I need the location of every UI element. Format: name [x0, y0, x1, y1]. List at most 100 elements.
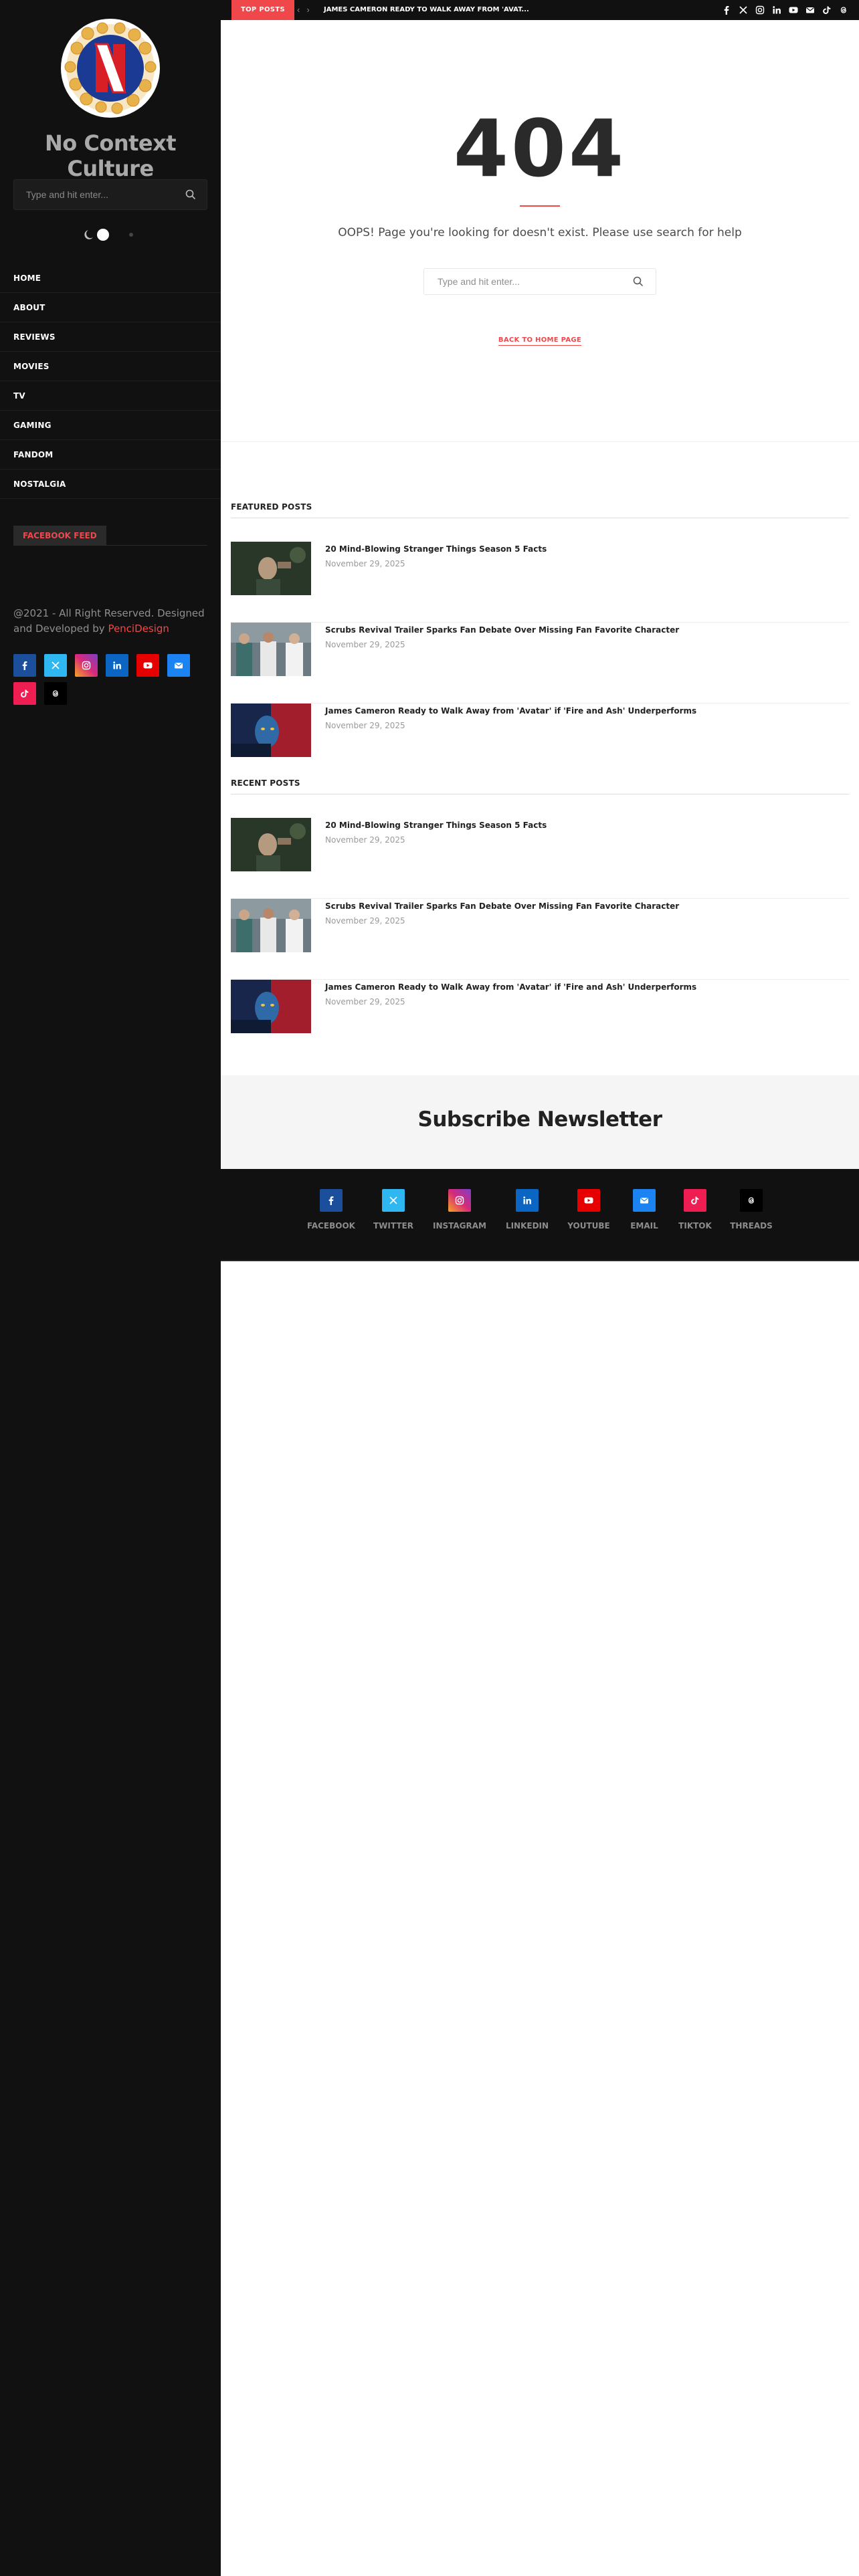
instagram-icon — [455, 1196, 464, 1205]
sun-icon — [129, 233, 133, 237]
post-thumbnail[interactable] — [231, 818, 311, 871]
facebook-icon[interactable] — [722, 5, 731, 15]
footer-tiktok-link[interactable]: TIKTOK — [665, 1189, 725, 1230]
site-logo[interactable] — [61, 19, 160, 118]
post-thumbnail[interactable] — [231, 542, 311, 595]
footer-twitter-link[interactable]: TWITTER — [363, 1189, 423, 1230]
post-date: November 29, 2025 — [325, 997, 405, 1006]
menu-item-fandom[interactable]: FANDOM — [0, 440, 221, 469]
threads-icon[interactable] — [839, 5, 848, 15]
tiktok-icon[interactable] — [822, 5, 832, 15]
post-title[interactable]: James Cameron Ready to Walk Away from 'A… — [325, 706, 696, 716]
error-divider — [520, 205, 560, 207]
x-twitter-icon[interactable] — [739, 5, 748, 15]
sidebar-youtube-link[interactable] — [136, 654, 159, 677]
youtube-icon — [143, 662, 153, 669]
site-title[interactable]: No Context Culture — [0, 130, 221, 181]
menu-item-nostalgia[interactable]: NOSTALGIA — [0, 469, 221, 499]
newsletter-section: Subscribe Newsletter — [221, 1075, 859, 1169]
footer-social-label: TIKTOK — [678, 1221, 712, 1230]
post-thumbnail[interactable] — [231, 899, 311, 952]
sidebar-threads-link[interactable] — [44, 682, 67, 705]
post-title[interactable]: Scrubs Revival Trailer Sparks Fan Debate… — [325, 901, 679, 911]
featured-post-1[interactable]: 20 Mind-Blowing Stranger Things Season 5… — [231, 542, 849, 623]
footer-social-label: TWITTER — [373, 1221, 413, 1230]
back-to-home-link[interactable]: BACK TO HOME PAGE — [498, 336, 582, 346]
sidebar-search-input[interactable] — [14, 180, 181, 209]
search-icon[interactable] — [185, 189, 196, 200]
footer-facebook-link[interactable]: FACEBOOK — [301, 1189, 361, 1230]
footer-threads-link[interactable]: THREADS — [721, 1189, 781, 1230]
main-search-input[interactable] — [424, 269, 625, 294]
post-title[interactable]: 20 Mind-Blowing Stranger Things Season 5… — [325, 821, 547, 830]
sidebar-facebook-link[interactable] — [13, 654, 36, 677]
error-message: OOPS! Page you're looking for doesn't ex… — [338, 226, 742, 239]
dark-mode-toggle[interactable] — [83, 226, 138, 243]
main-search — [423, 268, 656, 295]
menu-item-about[interactable]: ABOUT — [0, 293, 221, 322]
top-bar: TOP POSTS ‹ › JAMES CAMERON READY TO WALK… — [221, 0, 859, 20]
post-date: November 29, 2025 — [325, 835, 405, 845]
recent-posts-title: RECENT POSTS — [231, 778, 849, 794]
linkedin-icon[interactable] — [772, 5, 781, 15]
facebook-icon — [22, 661, 27, 670]
ticker-headline-link[interactable]: JAMES CAMERON READY TO WALK AWAY FROM 'A… — [324, 0, 529, 20]
facebook-feed-widget: FACEBOOK FEED — [13, 526, 207, 546]
tiktok-icon — [21, 689, 29, 697]
recent-post-2[interactable]: Scrubs Revival Trailer Sparks Fan Debate… — [231, 899, 849, 980]
sidebar: No Context Culture HOME ABOUT REVIEWS MO… — [0, 0, 221, 2576]
post-title[interactable]: James Cameron Ready to Walk Away from 'A… — [325, 982, 696, 992]
top-posts-label: TOP POSTS — [231, 0, 294, 20]
menu-item-tv[interactable]: TV — [0, 381, 221, 411]
email-icon[interactable] — [805, 5, 815, 15]
post-title[interactable]: 20 Mind-Blowing Stranger Things Season 5… — [325, 544, 547, 554]
featured-posts-title: FEATURED POSTS — [231, 502, 849, 518]
sidebar-tiktok-link[interactable] — [13, 682, 36, 705]
footer-social-label: FACEBOOK — [307, 1221, 355, 1230]
linkedin-icon — [523, 1196, 531, 1204]
post-date: November 29, 2025 — [325, 559, 405, 568]
search-icon[interactable] — [633, 276, 644, 287]
sidebar-email-link[interactable] — [167, 654, 190, 677]
ticker-prev-icon[interactable]: ‹ — [297, 5, 300, 15]
footer-youtube-link[interactable]: YOUTUBE — [559, 1189, 619, 1230]
linkedin-icon — [113, 661, 121, 669]
ticker-next-icon[interactable]: › — [306, 5, 309, 15]
post-thumbnail[interactable] — [231, 980, 311, 1033]
sidebar-twitter-link[interactable] — [44, 654, 67, 677]
menu-item-home[interactable]: HOME — [0, 263, 221, 293]
menu-item-movies[interactable]: MOVIES — [0, 352, 221, 381]
featured-post-3[interactable]: James Cameron Ready to Walk Away from 'A… — [231, 704, 849, 784]
logo-emblem — [64, 22, 157, 114]
email-icon — [175, 663, 183, 669]
post-date: November 29, 2025 — [325, 721, 405, 730]
recent-post-3[interactable]: James Cameron Ready to Walk Away from 'A… — [231, 980, 849, 1061]
error-code: 404 — [453, 102, 627, 195]
footer-linkedin-link[interactable]: LINKEDIN — [497, 1189, 557, 1230]
menu-item-reviews[interactable]: REVIEWS — [0, 322, 221, 352]
copyright-brand-link[interactable]: PenciDesign — [108, 623, 169, 635]
x-twitter-icon — [389, 1196, 397, 1204]
copyright-text: @2021 - All Right Reserved. Designed and… — [13, 606, 207, 637]
recent-post-1[interactable]: 20 Mind-Blowing Stranger Things Season 5… — [231, 818, 849, 899]
post-title[interactable]: Scrubs Revival Trailer Sparks Fan Debate… — [325, 625, 679, 635]
footer-social-bar: FACEBOOK TWITTER INSTAGRAM LINKEDIN YOUT… — [221, 1169, 859, 1261]
sidebar-search — [13, 179, 207, 210]
youtube-icon[interactable] — [789, 5, 798, 15]
sidebar-instagram-link[interactable] — [75, 654, 98, 677]
menu-item-gaming[interactable]: GAMING — [0, 411, 221, 440]
footer-instagram-link[interactable]: INSTAGRAM — [430, 1189, 490, 1230]
back-home-wrap: BACK TO HOME PAGE — [221, 333, 859, 346]
post-date: November 29, 2025 — [325, 640, 405, 649]
topbar-social-links — [722, 5, 848, 15]
sidebar-linkedin-link[interactable] — [106, 654, 128, 677]
footer-social-label: YOUTUBE — [567, 1221, 610, 1230]
instagram-icon[interactable] — [755, 5, 765, 15]
footer-social-label: THREADS — [730, 1221, 773, 1230]
email-icon — [640, 1198, 648, 1204]
featured-post-2[interactable]: Scrubs Revival Trailer Sparks Fan Debate… — [231, 623, 849, 704]
moon-icon — [84, 230, 93, 239]
threads-icon — [52, 690, 58, 697]
post-thumbnail[interactable] — [231, 623, 311, 676]
post-thumbnail[interactable] — [231, 704, 311, 757]
